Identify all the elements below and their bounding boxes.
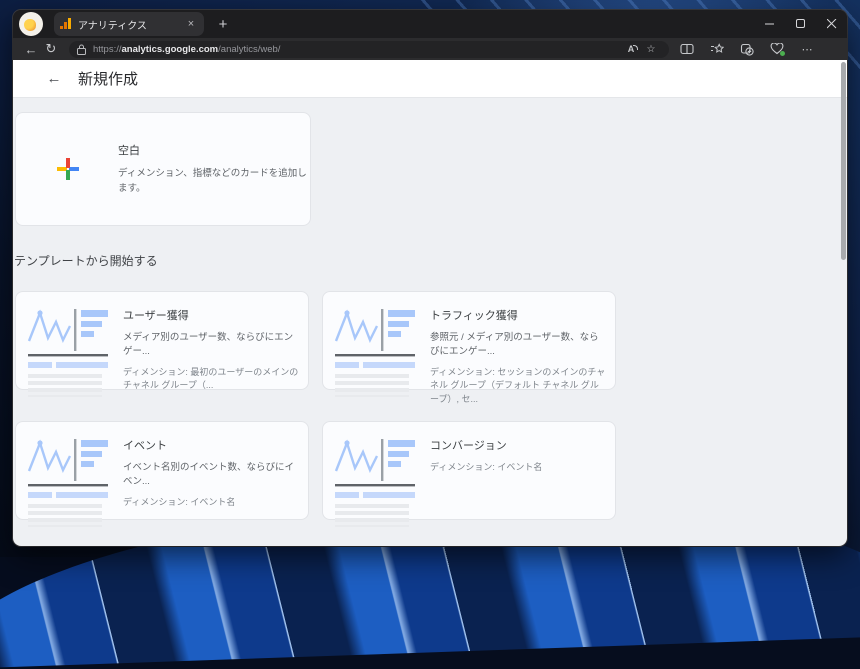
analytics-page: ← 新規作成 空白 ディメンション、指標などのカードを追加します。 テンプレート… [13, 60, 847, 546]
template-card-title: コンバージョン [430, 437, 606, 453]
avatar-image [24, 19, 36, 31]
template-card-text: トラフィック獲得 参照元 / メディア別のユーザー数、ならびにエンゲー... デ… [430, 305, 606, 389]
page-header: ← 新規作成 [13, 60, 847, 98]
template-card-text: コンバージョン ディメンション: イベント名 [430, 435, 606, 519]
url-path: /analytics/web/ [218, 44, 280, 55]
template-card-dimensions: ディメンション: イベント名 [430, 461, 606, 475]
window-maximize-button[interactable] [785, 10, 816, 38]
window-close-button[interactable] [816, 10, 847, 38]
more-menu-icon[interactable]: ⋯ [795, 40, 819, 58]
report-thumbnail-icon [334, 435, 416, 527]
new-tab-button[interactable]: + [212, 13, 234, 35]
collections-icon[interactable] [705, 40, 729, 58]
window-controls [754, 10, 847, 38]
split-screen-icon[interactable] [675, 40, 699, 58]
blank-card-text: 空白 ディメンション、指標などのカードを追加します。 [118, 142, 310, 196]
report-thumbnail-icon [27, 435, 109, 527]
template-card-title: イベント [123, 437, 299, 453]
workspaces-icon[interactable] [735, 40, 759, 58]
refresh-button[interactable]: ↻ [41, 40, 61, 58]
template-card-events[interactable]: イベント イベント名別のイベント数、ならびにイベン... ディメンション: イベ… [15, 421, 309, 520]
tab-close-icon[interactable]: × [184, 18, 198, 30]
template-card-description: イベント名別のイベント数、ならびにイベン... [123, 461, 299, 489]
template-card-title: トラフィック獲得 [430, 307, 606, 323]
browser-essentials-icon[interactable] [765, 40, 789, 58]
page-scrollbar[interactable] [841, 62, 846, 260]
page-title: 新規作成 [78, 68, 138, 89]
read-aloud-icon[interactable]: A [621, 44, 641, 54]
tab-title: アナリティクス [78, 17, 184, 32]
window-minimize-button[interactable] [754, 10, 785, 38]
browser-tab-analytics[interactable]: アナリティクス × [54, 12, 204, 36]
template-card-conversions[interactable]: コンバージョン ディメンション: イベント名 [322, 421, 616, 520]
blank-card-description: ディメンション、指標などのカードを追加します。 [118, 167, 310, 196]
template-card-user-acquisition[interactable]: ユーザー獲得 メディア別のユーザー数、ならびにエンゲー... ディメンション: … [15, 291, 309, 390]
address-bar[interactable]: https://analytics.google.com/analytics/w… [69, 41, 669, 58]
report-thumbnail-icon [27, 305, 109, 397]
profile-avatar[interactable] [19, 12, 43, 36]
blank-card-title: 空白 [118, 142, 310, 158]
url-host: analytics.google.com [122, 44, 219, 55]
essentials-status-dot [780, 51, 785, 56]
analytics-favicon-icon [60, 18, 72, 30]
lock-icon [77, 44, 86, 55]
template-card-description: 参照元 / メディア別のユーザー数、ならびにエンゲー... [430, 331, 606, 359]
url-scheme: https:// [93, 44, 122, 55]
add-plus-icon [56, 157, 80, 181]
url-text: https://analytics.google.com/analytics/w… [93, 44, 621, 55]
template-card-traffic-acquisition[interactable]: トラフィック獲得 参照元 / メディア別のユーザー数、ならびにエンゲー... デ… [322, 291, 616, 390]
template-card-text: イベント イベント名別のイベント数、ならびにイベン... ディメンション: イベ… [123, 435, 299, 519]
favorites-star-icon[interactable]: ☆ [641, 44, 661, 55]
page-back-arrow-icon[interactable]: ← [43, 70, 65, 87]
templates-section-label: テンプレートから開始する [14, 252, 158, 269]
back-button[interactable]: ← [21, 40, 41, 58]
template-card-dimensions: ディメンション: セッションのメインのチャネル グループ（デフォルト チャネル … [430, 366, 606, 407]
template-card-dimensions: ディメンション: イベント名 [123, 496, 299, 510]
report-thumbnail-icon [334, 305, 416, 397]
template-card-description: メディア別のユーザー数、ならびにエンゲー... [123, 331, 299, 359]
template-card-text: ユーザー獲得 メディア別のユーザー数、ならびにエンゲー... ディメンション: … [123, 305, 299, 389]
template-card-title: ユーザー獲得 [123, 307, 299, 323]
template-card-dimensions: ディメンション: 最初のユーザーのメインのチャネル グループ（... [123, 366, 299, 393]
tab-strip: アナリティクス × + [13, 10, 847, 38]
browser-toolbar: ← ↻ https://analytics.google.com/analyti… [13, 38, 847, 60]
browser-window: アナリティクス × + ← ↻ https://analytics.google… [13, 10, 847, 546]
blank-template-card[interactable]: 空白 ディメンション、指標などのカードを追加します。 [15, 112, 311, 226]
